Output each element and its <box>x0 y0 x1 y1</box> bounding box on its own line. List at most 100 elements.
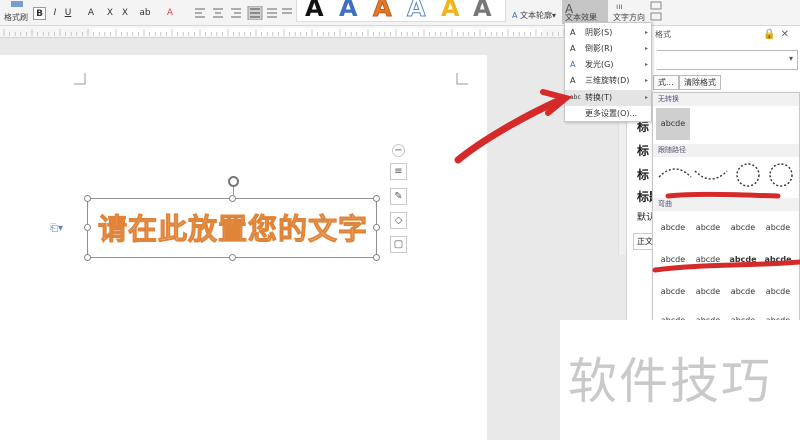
art-style-4[interactable]: A <box>407 0 427 21</box>
art-style-3[interactable]: A <box>373 0 393 21</box>
path-button-tile <box>769 163 793 187</box>
menu-item-label: 更多设置(O)... <box>585 109 638 118</box>
resize-handle[interactable] <box>84 195 91 202</box>
resize-handle[interactable] <box>229 254 236 261</box>
chevron-right-icon: ▸ <box>644 29 648 36</box>
underline-button[interactable]: U <box>63 7 73 20</box>
abc-transform-icon: abc <box>570 94 581 101</box>
warp-tile[interactable]: abcde <box>726 244 760 276</box>
text-fill-button[interactable]: A <box>164 7 176 20</box>
font-color-button[interactable]: A <box>85 7 97 20</box>
menu-item-transform[interactable]: abc 转换(T) ▸ <box>565 90 651 106</box>
menu-item-label: 阴影(S) <box>585 28 613 37</box>
warp-tile[interactable]: abcde <box>656 212 690 244</box>
rotate-handle[interactable] <box>228 176 239 187</box>
menu-item-reflection[interactable]: A 倒影(R) ▸ <box>565 41 651 57</box>
path-arc-up-tile <box>658 168 692 178</box>
art-style-2[interactable]: A <box>339 0 358 20</box>
warp-tile[interactable]: abcde <box>761 276 795 308</box>
chevron-right-icon: ▸ <box>644 45 648 52</box>
3d-rotate-icon: A <box>570 76 576 85</box>
chevron-right-icon: ▸ <box>644 77 648 84</box>
menu-item-label: 三维旋转(D) <box>585 76 630 85</box>
resize-handle[interactable] <box>373 195 380 202</box>
close-icon[interactable]: ✕ <box>781 29 794 40</box>
text-outline-icon: A <box>512 11 518 20</box>
format-painter-label[interactable]: 格式刷 <box>4 12 28 23</box>
warp-tile[interactable]: abcde <box>726 276 760 308</box>
style-list-item[interactable]: 标 <box>637 142 649 159</box>
reflection-icon: A <box>570 44 576 53</box>
menu-item-label: 倒影(R) <box>585 44 613 53</box>
more-styles-button[interactable]: 式... <box>653 75 679 90</box>
warp-tile[interactable]: abcde <box>691 212 725 244</box>
resize-handle[interactable] <box>373 254 380 261</box>
chevron-right-icon: ▸ <box>644 94 648 101</box>
warp-tile[interactable]: abcde <box>656 276 690 308</box>
document-page[interactable]: ⎗▾ 请在此放置您的文字 − ≡ ✎ ◇ ▢ <box>0 55 487 440</box>
menu-item-label: 发光(G) <box>585 60 614 69</box>
arrange-icons[interactable] <box>650 1 664 23</box>
anchor-icon[interactable]: ⎗▾ <box>50 223 63 234</box>
menu-item-more-settings[interactable]: 更多设置(O)... <box>565 106 651 122</box>
section-follow-path: 跟随路径 <box>653 144 799 157</box>
italic-button[interactable]: I <box>50 7 60 20</box>
text-outline-label: 文本轮廓 <box>520 11 553 20</box>
subscript-button[interactable]: X <box>119 7 131 20</box>
resize-handle[interactable] <box>373 224 380 231</box>
glow-icon: A <box>570 60 576 69</box>
margin-corner-mark <box>74 73 86 85</box>
section-warp: 弯曲 <box>653 198 799 211</box>
art-style-1[interactable]: A <box>305 0 324 20</box>
chevron-down-icon: ▾ <box>552 11 557 20</box>
margin-corner-mark <box>456 73 468 85</box>
art-style-gallery: A A A A A A <box>296 0 506 22</box>
text-direction-icon: ııı <box>616 2 623 11</box>
transform-submenu: 无转换 abcde 跟随路径 弯曲 abcde abcde abcde abcd… <box>652 92 800 325</box>
menu-item-shadow[interactable]: A 阴影(S) ▸ <box>565 25 651 41</box>
art-style-6[interactable]: A <box>473 0 492 20</box>
warp-tile[interactable]: abcde <box>691 244 725 276</box>
warp-tile[interactable]: abcde <box>726 212 760 244</box>
resize-handle[interactable] <box>84 224 91 231</box>
menu-item-glow[interactable]: A 发光(G) ▸ <box>565 57 651 73</box>
collapse-icon[interactable]: − <box>392 144 405 157</box>
resize-handle[interactable] <box>84 254 91 261</box>
style-combo[interactable]: ▾ <box>657 50 798 70</box>
clear-format-button[interactable]: 清除格式 <box>679 75 721 90</box>
fill-bucket-icon[interactable]: ◇ <box>390 212 407 229</box>
alignment-icons[interactable] <box>193 6 293 20</box>
ruler-ticks <box>3 29 565 36</box>
path-arc-down-tile <box>694 170 728 180</box>
path-circle-tile <box>736 163 760 187</box>
shadow-icon: A <box>570 28 576 37</box>
format-painter-icon[interactable] <box>6 0 28 8</box>
horizontal-ruler[interactable] <box>0 26 566 38</box>
section-no-transform: 无转换 <box>653 93 799 106</box>
wordart-textbox[interactable]: 请在此放置您的文字 <box>84 195 380 261</box>
text-outline-button[interactable]: A 文本轮廓▾ <box>512 10 556 21</box>
pane-controls[interactable]: 🔒✕ <box>763 29 794 40</box>
ribbon-toolbar: 格式刷 B I U A X X ab A A A A A A A A 文本轮廓▾… <box>0 0 800 26</box>
layout-options-icon[interactable]: ≡ <box>390 163 407 180</box>
transform-none-tile[interactable]: abcde <box>656 108 690 140</box>
art-style-5[interactable]: A <box>441 0 460 20</box>
chevron-down-icon: ▾ <box>788 54 793 63</box>
resize-handle[interactable] <box>229 195 236 202</box>
menu-item-3d-rotate[interactable]: A 三维旋转(D) ▸ <box>565 73 651 89</box>
warp-tile[interactable]: abcde <box>656 244 690 276</box>
highlight-button[interactable]: ab <box>138 7 152 20</box>
red-arrow-head <box>540 89 573 116</box>
watermark-text: 软件技巧 <box>568 353 773 410</box>
pen-edit-icon[interactable]: ✎ <box>390 188 407 205</box>
follow-path-tiles[interactable] <box>653 157 800 197</box>
outline-box-icon[interactable]: ▢ <box>390 236 407 253</box>
bold-button[interactable]: B <box>33 7 46 20</box>
lock-icon[interactable]: 🔒 <box>763 29 780 40</box>
wordart-text[interactable]: 请在此放置您的文字 <box>88 207 378 251</box>
superscript-button[interactable]: X <box>104 7 116 20</box>
warp-tile[interactable]: abcde <box>761 212 795 244</box>
warp-tile[interactable]: abcde <box>691 276 725 308</box>
style-list-item[interactable]: 标 <box>637 166 649 183</box>
warp-tile[interactable]: abcde <box>761 244 795 276</box>
